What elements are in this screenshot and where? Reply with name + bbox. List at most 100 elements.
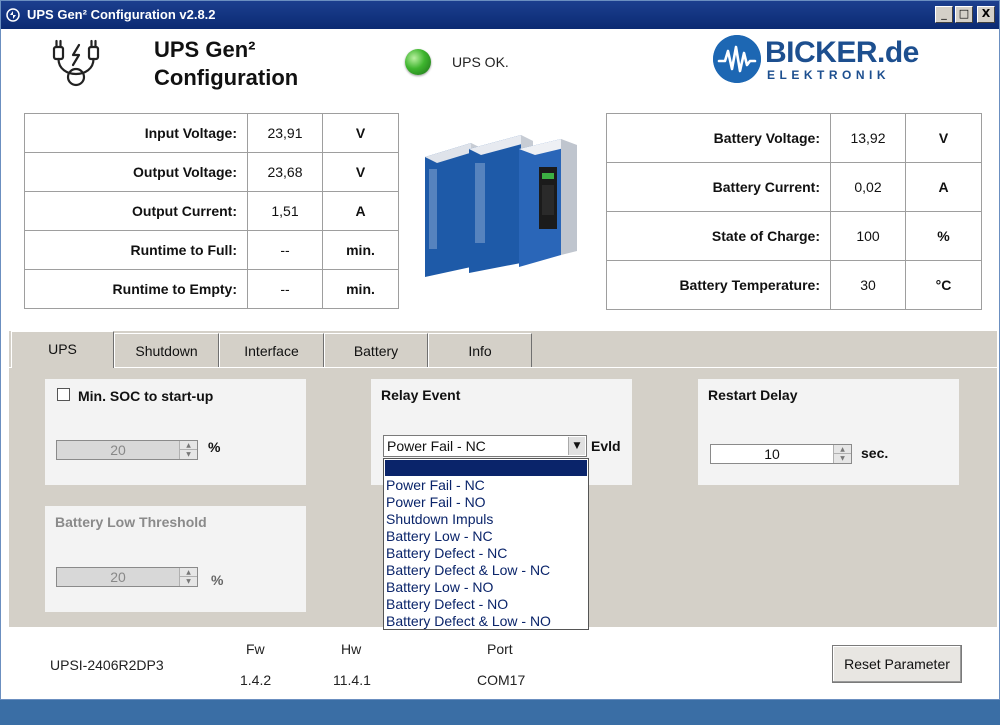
tab-ups[interactable]: UPS <box>11 331 114 368</box>
app-title-line2: Configuration <box>154 65 299 90</box>
stepper-down-icon[interactable]: ▼ <box>834 454 851 463</box>
dropdown-option[interactable]: Battery Defect & Low - NO <box>386 613 551 630</box>
title-bar[interactable]: UPS Gen² Configuration v2.8.2 _ □ X <box>1 1 999 29</box>
stepper-down-icon[interactable]: ▼ <box>180 450 197 459</box>
relay-event-selected: Power Fail - NC <box>387 438 486 454</box>
battery-low-stepper[interactable]: 20 ▲ ▼ <box>56 567 198 587</box>
table-row: Runtime to Full: -- min. <box>24 230 399 270</box>
table-row: Runtime to Empty: -- min. <box>24 269 399 309</box>
stepper-down-icon[interactable]: ▼ <box>180 577 197 586</box>
reading-value: 0,02 <box>830 162 906 212</box>
dropdown-highlighted-item[interactable] <box>385 460 587 476</box>
reading-label: Battery Temperature: <box>606 260 831 310</box>
window-title: UPS Gen² Configuration v2.8.2 <box>27 7 216 22</box>
battery-low-unit: % <box>211 572 224 588</box>
reading-value: -- <box>247 269 323 309</box>
app-window: UPS Gen² Configuration v2.8.2 _ □ X UPS … <box>0 0 1000 700</box>
reading-value: 30 <box>830 260 906 310</box>
chevron-down-icon[interactable]: ▼ <box>568 437 585 455</box>
reading-unit: A <box>322 191 399 231</box>
table-row: Output Voltage: 23,68 V <box>24 152 399 192</box>
fw-label: Fw <box>246 641 265 657</box>
hw-label: Hw <box>341 641 362 657</box>
relay-event-title: Relay Event <box>381 387 461 403</box>
reading-label: Output Voltage: <box>24 152 248 192</box>
table-row: Battery Voltage: 13,92 V <box>606 113 982 163</box>
table-row: Battery Temperature: 30 °C <box>606 260 982 310</box>
reading-label: State of Charge: <box>606 211 831 261</box>
reading-unit: V <box>905 113 982 163</box>
battery-low-title: Battery Low Threshold <box>55 514 207 530</box>
dropdown-option[interactable]: Battery Defect - NC <box>386 545 507 562</box>
reading-unit: min. <box>322 230 399 270</box>
reading-label: Runtime to Full: <box>24 230 248 270</box>
reading-unit: % <box>905 211 982 261</box>
reading-unit: °C <box>905 260 982 310</box>
restart-delay-unit: sec. <box>861 445 889 461</box>
min-soc-value: 20 <box>110 442 126 458</box>
minimize-button[interactable]: _ <box>935 6 953 23</box>
reading-unit: A <box>905 162 982 212</box>
taskbar <box>0 700 1000 725</box>
tab-info[interactable]: Info <box>428 333 532 367</box>
status-led-icon <box>405 49 431 75</box>
min-soc-unit: % <box>208 439 221 455</box>
reading-label: Battery Current: <box>606 162 831 212</box>
dropdown-option[interactable]: Power Fail - NO <box>386 494 486 511</box>
battery-readings-table: Battery Voltage: 13,92 V Battery Current… <box>606 113 982 310</box>
table-row: Battery Current: 0,02 A <box>606 162 982 212</box>
min-soc-checkbox[interactable] <box>57 388 70 401</box>
stepper-buttons[interactable]: ▲ ▼ <box>833 445 851 463</box>
reading-unit: V <box>322 113 399 153</box>
min-soc-stepper[interactable]: 20 ▲ ▼ <box>56 440 198 460</box>
relay-event-suffix: Evld <box>591 438 621 454</box>
app-title: UPS Gen² Configuration <box>154 36 298 92</box>
reading-label: Output Current: <box>24 191 248 231</box>
stepper-buttons[interactable]: ▲ ▼ <box>179 441 197 459</box>
reading-value: 13,92 <box>830 113 906 163</box>
product-image <box>425 135 577 277</box>
stepper-up-icon[interactable]: ▲ <box>180 441 197 450</box>
tab-shutdown[interactable]: Shutdown <box>114 333 219 367</box>
reading-value: -- <box>247 230 323 270</box>
restart-delay-value[interactable]: 10 <box>711 445 833 463</box>
plug-battery-icon <box>52 39 100 87</box>
stepper-buttons[interactable]: ▲ ▼ <box>179 568 197 586</box>
reading-unit: min. <box>322 269 399 309</box>
table-row: Input Voltage: 23,91 V <box>24 113 399 153</box>
stepper-up-icon[interactable]: ▲ <box>834 445 851 454</box>
app-title-line1: UPS Gen² <box>154 37 256 62</box>
relay-event-dropdown[interactable]: Power Fail - NC Power Fail - NO Shutdown… <box>383 458 589 630</box>
reset-parameter-button[interactable]: Reset Parameter <box>832 645 962 683</box>
reading-label: Battery Voltage: <box>606 113 831 163</box>
status-text: UPS OK. <box>452 54 509 70</box>
dropdown-option[interactable]: Power Fail - NC <box>386 477 485 494</box>
dropdown-option[interactable]: Battery Low - NO <box>386 579 493 596</box>
relay-event-select[interactable]: Power Fail - NC ▼ <box>383 435 587 457</box>
maximize-button[interactable]: □ <box>955 6 973 23</box>
fw-value: 1.4.2 <box>240 672 272 688</box>
stepper-up-icon[interactable]: ▲ <box>180 568 197 577</box>
app-icon <box>6 8 20 22</box>
battery-low-value: 20 <box>110 569 126 585</box>
reading-value: 1,51 <box>247 191 323 231</box>
device-model: UPSI-2406R2DP3 <box>50 657 164 673</box>
dropdown-option[interactable]: Battery Defect - NO <box>386 596 508 613</box>
close-button[interactable]: X <box>977 6 995 23</box>
dropdown-option[interactable]: Battery Low - NC <box>386 528 493 545</box>
output-readings-table: Input Voltage: 23,91 V Output Voltage: 2… <box>24 113 399 309</box>
port-value: COM17 <box>477 672 526 688</box>
restart-delay-title: Restart Delay <box>708 387 798 403</box>
reading-label: Runtime to Empty: <box>24 269 248 309</box>
reading-value: 23,68 <box>247 152 323 192</box>
dropdown-option[interactable]: Shutdown Impuls <box>386 511 493 528</box>
brand-name: BICKER.de <box>765 36 919 69</box>
reading-unit: V <box>322 152 399 192</box>
port-label: Port <box>487 641 513 657</box>
restart-delay-stepper[interactable]: 10 ▲ ▼ <box>710 444 852 464</box>
dropdown-option[interactable]: Battery Defect & Low - NC <box>386 562 550 579</box>
tab-interface[interactable]: Interface <box>219 333 324 367</box>
reading-value: 100 <box>830 211 906 261</box>
brand-logo: BICKER.de ELEKTRONIK <box>713 35 943 87</box>
tab-battery[interactable]: Battery <box>324 333 428 367</box>
